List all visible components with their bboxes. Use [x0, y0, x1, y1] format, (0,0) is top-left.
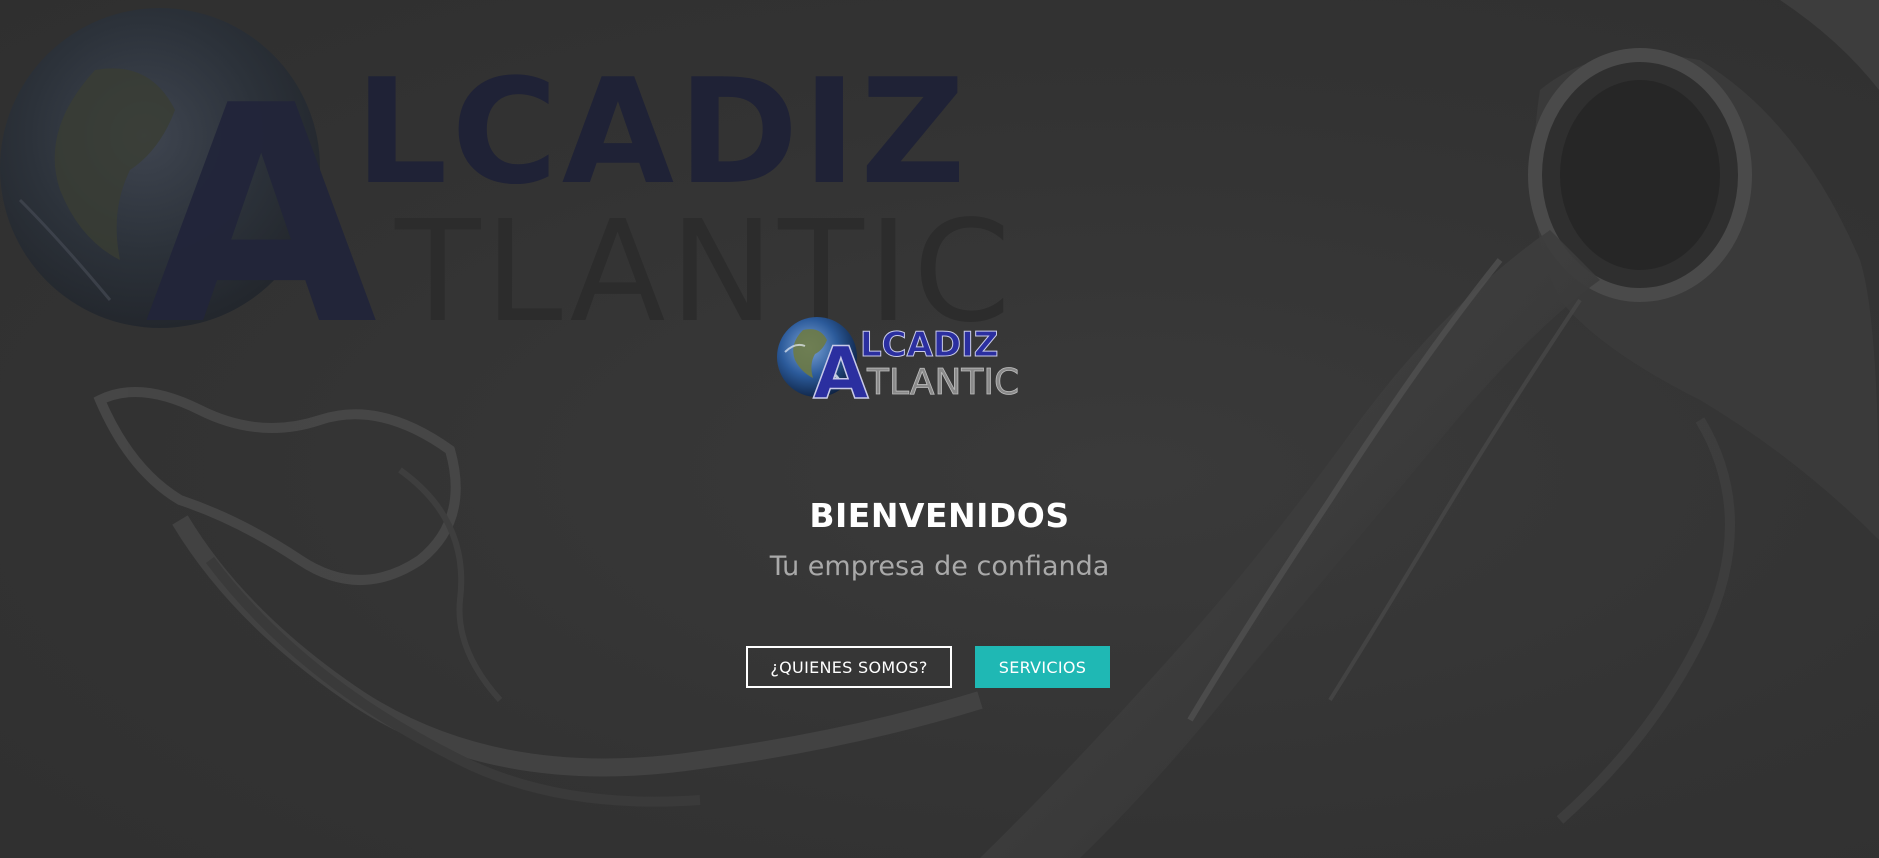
about-us-button[interactable]: ¿QUIENES SOMOS? — [746, 646, 952, 688]
svg-text:LCADIZ: LCADIZ — [860, 325, 998, 365]
hero-content: A LCADIZ TLANTIC BIENVENIDOS Tu empresa … — [0, 0, 1879, 858]
hero-title: BIENVENIDOS — [809, 496, 1070, 535]
company-logo[interactable]: A LCADIZ TLANTIC — [775, 312, 1050, 402]
services-button[interactable]: SERVICIOS — [975, 646, 1110, 688]
hero-section: A LCADIZ TLANTIC A LCADIZ TLANTIC BIENVE… — [0, 0, 1879, 858]
hero-subtitle: Tu empresa de confianda — [769, 551, 1110, 582]
svg-text:TLANTIC: TLANTIC — [866, 362, 1019, 402]
